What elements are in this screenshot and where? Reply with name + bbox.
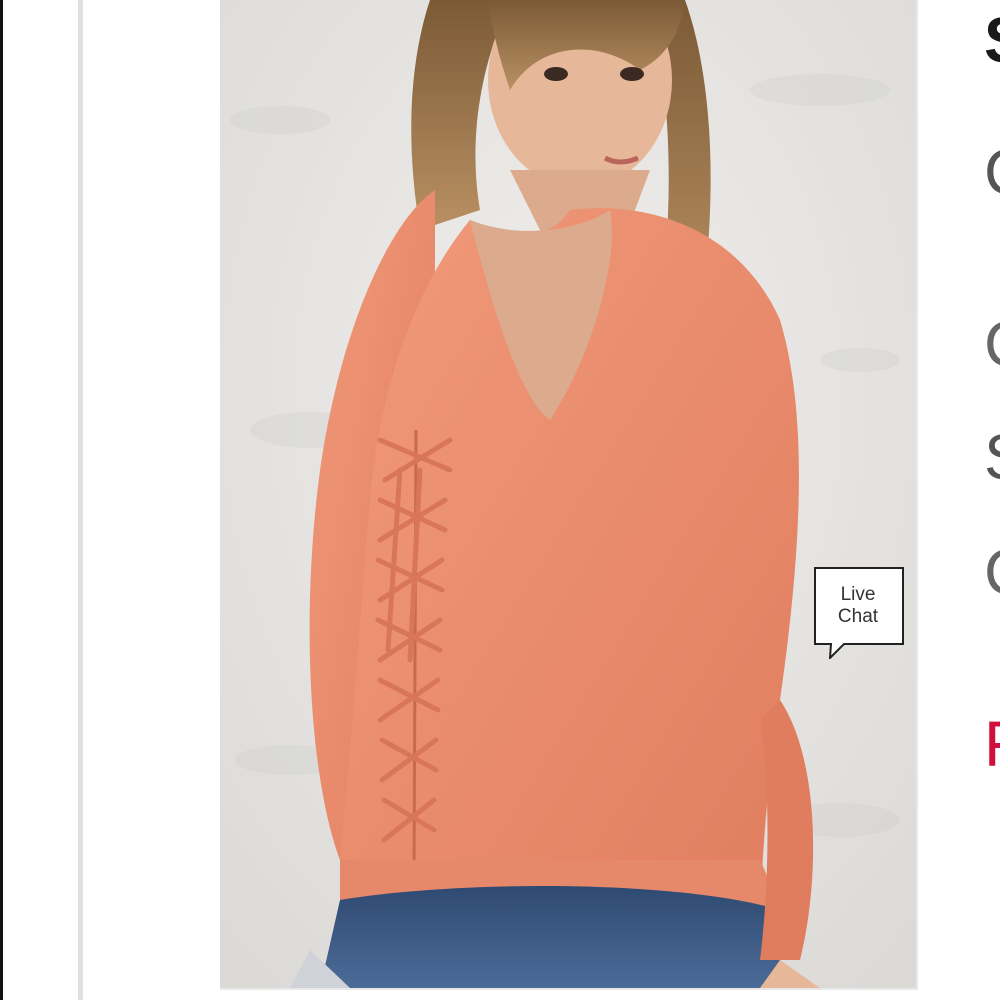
product-image-panel[interactable] (220, 0, 918, 990)
product-title-fragment: S (984, 8, 1000, 72)
detail-line-fragment: C (984, 312, 1000, 376)
live-chat-label: Live Chat (837, 584, 879, 627)
thumbnail-gutter-divider (78, 0, 83, 1000)
price-fragment: F (984, 712, 1000, 776)
product-page: Live Chat S C C S C F (0, 0, 1000, 1000)
live-chat-button[interactable]: Live Chat (814, 567, 904, 659)
window-left-border (0, 0, 3, 1000)
product-photo (220, 0, 916, 988)
detail-line-fragment: C (984, 540, 1000, 604)
detail-line-fragment: S (984, 425, 1000, 489)
detail-line-fragment: C (984, 140, 1000, 204)
